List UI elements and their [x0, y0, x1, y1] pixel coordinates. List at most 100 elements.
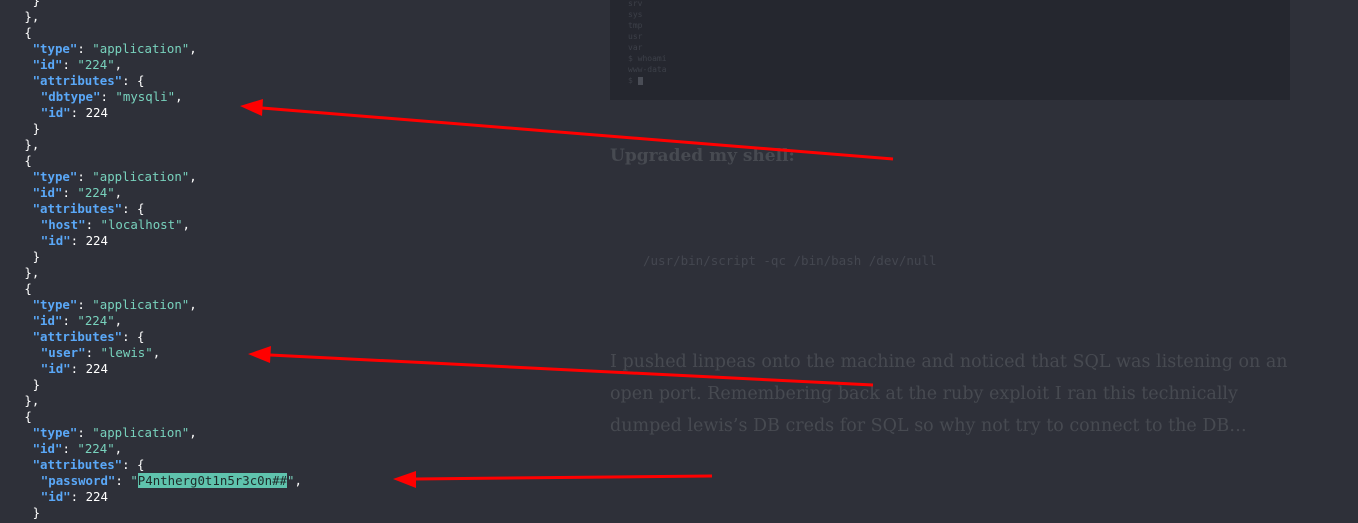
code-line: "id": 224 [41, 233, 108, 249]
json-key: "id" [40, 489, 71, 504]
json-value: 224 [85, 105, 108, 120]
code-line: "id": "224", [33, 57, 123, 73]
json-key: "id" [40, 233, 71, 248]
paragraph-line: open port. Remembering back at the ruby … [610, 384, 1238, 404]
terminal-text: $ [628, 76, 638, 85]
json-sep: : [122, 329, 138, 344]
json-sep: : [70, 105, 86, 120]
json-sep: : [62, 57, 78, 72]
json-value: 224 [85, 361, 108, 376]
json-sep: : [122, 201, 138, 216]
code-line: "password": "P4ntherg0t1n5r3c0n##", [41, 473, 302, 489]
json-punct: , [114, 441, 123, 456]
article-paragraph: I pushed linpeas onto the machine and no… [610, 346, 1300, 442]
json-key: "id" [32, 313, 63, 328]
terminal-line: $ whoami [628, 53, 667, 64]
code-line: "user": "lewis", [41, 345, 160, 361]
json-key: "id" [32, 57, 63, 72]
json-key: "type" [32, 169, 78, 184]
json-punct: } [32, 505, 41, 520]
json-sep: : [115, 473, 131, 488]
json-sep: : [62, 185, 78, 200]
json-punct: , [152, 345, 161, 360]
terminal-text: srv [628, 0, 643, 8]
code-line: }, [24, 265, 39, 281]
code-line: "attributes": { [33, 457, 145, 473]
section-heading: Upgraded my shell: [610, 146, 795, 166]
code-line: "id": 224 [41, 105, 108, 121]
code-line: } [33, 0, 40, 9]
code-line: { [24, 409, 31, 425]
json-key: "id" [32, 185, 63, 200]
highlighted-password: P4ntherg0t1n5r3c0n## [137, 473, 287, 488]
code-line: "id": 224 [41, 361, 108, 377]
json-sep: : [77, 41, 93, 56]
json-punct: } [32, 377, 41, 392]
json-sep: : [122, 73, 138, 88]
json-punct: , [114, 57, 123, 72]
json-punct: { [24, 153, 32, 168]
code-line: "host": "localhost", [41, 217, 190, 233]
json-punct: , [189, 297, 197, 312]
json-punct: , [189, 425, 197, 440]
json-value: "application" [92, 425, 190, 440]
json-punct: } [32, 0, 41, 8]
json-key: "id" [32, 441, 63, 456]
code-line: }, [24, 137, 39, 153]
terminal-line: www-data [628, 64, 667, 75]
json-key: "type" [32, 425, 78, 440]
json-punct: , [114, 313, 123, 328]
code-line: } [33, 377, 40, 393]
shell-upgrade-command: /usr/bin/script -qc /bin/bash /dev/null [643, 253, 937, 268]
json-sep: : [70, 361, 86, 376]
terminal-text: var [628, 43, 643, 52]
json-sep: : [122, 457, 138, 472]
json-sep: : [100, 89, 116, 104]
json-sep: : [70, 489, 86, 504]
json-key: "host" [40, 217, 86, 232]
code-line: "id": "224", [33, 441, 123, 457]
terminal-text: www-data [628, 65, 667, 74]
json-punct: }, [24, 265, 40, 280]
terminal-text: usr [628, 32, 643, 41]
json-value: "224" [77, 57, 115, 72]
json-key: "id" [40, 105, 71, 120]
code-line: } [33, 121, 40, 137]
terminal-text: sys [628, 10, 643, 19]
json-key: "password" [40, 473, 116, 488]
terminal-text: $ whoami [628, 54, 667, 63]
json-sep: : [62, 313, 78, 328]
json-punct: { [24, 25, 32, 40]
json-value: { [137, 73, 145, 88]
terminal-line: tmp [628, 20, 642, 31]
terminal-line: sys [628, 9, 642, 20]
terminal-line: srv [628, 0, 642, 9]
json-punct: , [189, 41, 197, 56]
json-value: 224 [85, 233, 108, 248]
terminal-line: var [628, 42, 642, 53]
code-line: "id": "224", [33, 185, 123, 201]
json-punct: } [32, 121, 41, 136]
json-value: "mysqli" [115, 89, 176, 104]
json-key: "attributes" [32, 73, 123, 88]
json-punct: , [175, 89, 183, 104]
json-value: "application" [92, 169, 190, 184]
json-punct: , [114, 185, 123, 200]
code-line: "type": "application", [33, 425, 197, 441]
json-punct: } [32, 249, 41, 264]
json-key: "id" [40, 361, 71, 376]
json-sep: : [85, 345, 101, 360]
json-value: "224" [77, 185, 115, 200]
code-line: { [24, 25, 31, 41]
json-value: "application" [92, 41, 190, 56]
json-key: "user" [40, 345, 86, 360]
json-value: "224" [77, 441, 115, 456]
json-value: "lewis" [100, 345, 153, 360]
code-line: { [24, 153, 31, 169]
json-sep: : [85, 217, 101, 232]
code-line: "type": "application", [33, 169, 197, 185]
json-key: "dbtype" [40, 89, 101, 104]
paragraph-line: I pushed linpeas onto the machine and no… [610, 352, 1288, 372]
json-punct: { [24, 409, 32, 424]
json-code-block: }},{"type": "application", "id": "224", "a… [0, 0, 600, 523]
